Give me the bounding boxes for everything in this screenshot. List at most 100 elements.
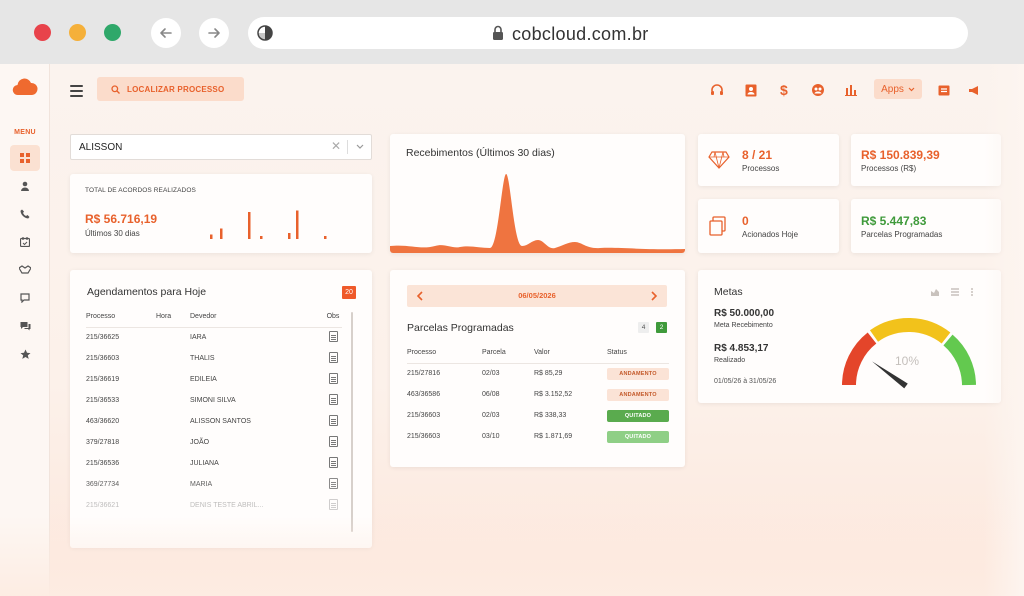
collaborator-select[interactable]: ALISSON ✕ [70,134,372,160]
acionados-card[interactable]: 0 Acionados Hoje [698,199,839,253]
notes-icon[interactable] [328,499,338,510]
recebimentos-chart [390,173,685,253]
site-info-icon[interactable] [257,25,273,41]
table-row[interactable]: 463/36620 ALISSON SANTOS [86,411,342,432]
apps-dropdown[interactable]: Apps [874,79,922,99]
chevron-right-icon[interactable] [650,291,658,301]
processo-link[interactable]: 215/36603 [407,426,482,447]
metas-toolbar [930,287,974,297]
notes-icon[interactable] [328,352,338,363]
notes-icon[interactable] [328,478,338,489]
support-button[interactable] [709,82,725,98]
chart-type-icon[interactable] [930,287,940,297]
table-row[interactable]: 215/36603 02/03 R$ 338,33 QUITADO [407,405,669,426]
table-row[interactable]: 463/36586 06/08 R$ 3.152,52 ANDAMENTO [407,384,669,405]
table-row[interactable]: 379/27818 JOÃO [86,432,342,453]
hamburger-menu-button[interactable] [70,85,83,100]
sidebar-item-dashboard[interactable] [10,145,40,171]
sidebar-item-favorites[interactable] [10,341,40,367]
processo-link[interactable]: 369/27734 [86,474,156,495]
acordos-bar [220,228,223,239]
notes-button[interactable] [936,82,952,98]
table-row[interactable]: 215/36533 SIMONI SILVA [86,390,342,411]
acordos-bar [288,233,291,239]
notes-icon[interactable] [328,436,338,447]
chevron-down-icon[interactable] [355,141,365,151]
agendamentos-title: Agendamentos para Hoje [87,286,207,298]
obs-cell [324,390,342,411]
processo-link[interactable]: 215/36619 [86,369,156,390]
table-row[interactable]: 369/27734 MARIA [86,474,342,495]
more-options-icon[interactable] [970,287,974,297]
cloud-logo-icon[interactable] [12,78,38,96]
announcements-button[interactable] [966,82,982,98]
valor-cell: R$ 338,33 [534,412,567,419]
notes-icon[interactable] [328,415,338,426]
sidebar-item-conversations[interactable] [10,313,40,339]
processos-card[interactable]: 8 / 21 Processos [698,134,839,186]
processos-value-card[interactable]: R$ 150.839,39 Processos (R$) [851,134,1001,186]
reports-button[interactable] [843,82,859,98]
processo-link[interactable]: 215/36621 [86,495,156,516]
notes-icon[interactable] [328,373,338,384]
notes-icon[interactable] [328,457,338,468]
arrow-left-icon [160,28,172,38]
table-row[interactable]: 215/27816 02/03 R$ 85,29 ANDAMENTO [407,363,669,384]
table-row[interactable]: 215/36619 EDILEIA [86,369,342,390]
current-date[interactable]: 06/05/2026 [407,291,667,300]
processo-link[interactable]: 215/36603 [407,405,482,426]
notes-icon[interactable] [328,331,338,343]
table-row[interactable]: 215/36621 DENIS TESTE ABRIL... [86,495,342,516]
sidebar-item-phone[interactable] [10,201,40,227]
maximize-window-button[interactable] [104,24,121,41]
obs-cell [324,495,342,516]
sidebar-item-users[interactable] [10,173,40,199]
minimize-window-button[interactable] [69,24,86,41]
table-row[interactable]: 215/36603 THALIS [86,348,342,369]
processo-link[interactable]: 215/36533 [86,390,156,411]
search-process-button[interactable]: LOCALIZAR PROCESSO [97,77,244,101]
sidebar-item-calendar[interactable] [10,229,40,255]
team-button[interactable] [810,82,826,98]
parcela-cell: 06/08 [482,391,500,398]
hora-cell [156,495,190,516]
meta-label: Meta Recebimento [714,322,773,329]
message-icon [938,85,950,95]
table-row[interactable]: 215/36603 03/10 R$ 1.871,69 QUITADO [407,426,669,447]
processo-link[interactable]: 379/27818 [86,432,156,453]
address-bar[interactable]: cobcloud.com.br [248,17,968,49]
contacts-button[interactable] [743,82,759,98]
sidebar-item-messages[interactable] [10,285,40,311]
processo-link[interactable]: 215/36625 [86,327,156,348]
collaborator-select-value: ALISSON [79,141,123,153]
chevron-down-icon [908,87,915,91]
metas-card: Metas R$ 50.000,00 Meta Recebimento R$ 4… [698,270,1001,403]
back-button[interactable] [151,18,181,48]
parcelas-value-card[interactable]: R$ 5.447,83 Parcelas Programadas [851,199,1001,253]
search-process-label: LOCALIZAR PROCESSO [127,84,225,94]
gauge-percent: 10% [895,354,919,368]
handshake-icon [19,265,31,274]
dashboard-icon [20,153,30,163]
clear-icon[interactable]: ✕ [331,139,341,153]
acionados-label: Acionados Hoje [742,230,799,239]
table-row[interactable]: 215/36536 JULIANA [86,453,342,474]
acordos-bar [248,212,251,239]
processo-link[interactable]: 463/36620 [86,411,156,432]
processo-link[interactable]: 463/36586 [407,384,482,405]
calendar-icon [20,237,30,247]
list-view-icon[interactable] [950,287,960,297]
table-scrollbar[interactable] [351,312,353,532]
notes-icon[interactable] [328,394,338,405]
forward-button[interactable] [199,18,229,48]
finance-button[interactable]: $ [777,82,793,98]
sidebar-item-agreements[interactable] [10,257,40,283]
table-row[interactable]: 215/36625 IARA [86,327,342,348]
processo-link[interactable]: 215/36603 [86,348,156,369]
status-badge: ANDAMENTO [607,388,669,401]
column-header: Parcela [482,343,534,364]
close-window-button[interactable] [34,24,51,41]
processo-link[interactable]: 215/27816 [407,363,482,384]
processo-link[interactable]: 215/36536 [86,453,156,474]
pending-count-badge: 4 [638,322,649,333]
